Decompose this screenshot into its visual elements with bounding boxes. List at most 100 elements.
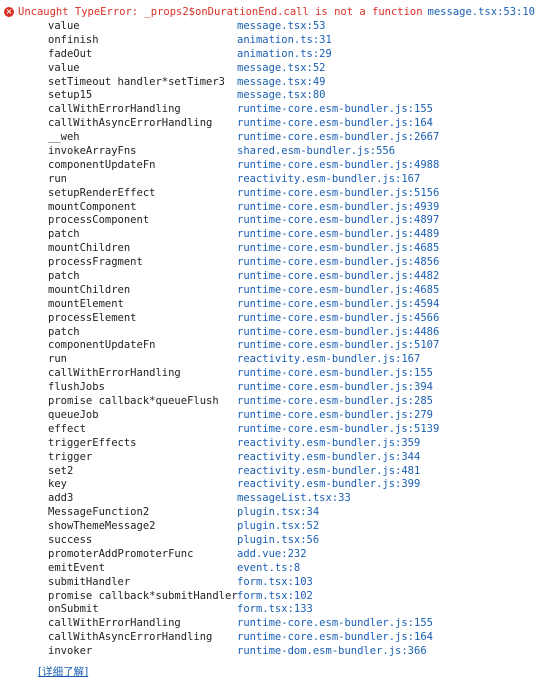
- stack-frame-source-link[interactable]: runtime-core.esm-bundler.js:4897: [237, 214, 439, 228]
- stack-frame-function: setup15: [48, 89, 93, 102]
- stack-trace-list: value message.tsx:53 onfinish animation.ts:…: [0, 20, 541, 659]
- stack-frame-source-link[interactable]: runtime-dom.esm-bundler.js:366: [237, 645, 427, 659]
- stack-frame-row: callWithErrorHandling runtime-core.esm-bu…: [0, 103, 541, 117]
- stack-frame-source-link[interactable]: shared.esm-bundler.js:556: [237, 145, 395, 159]
- stack-frame-source-link[interactable]: form.tsx:103: [237, 576, 313, 590]
- stack-frame-source-link[interactable]: reactivity.esm-bundler.js:167: [237, 173, 420, 187]
- stack-frame-source-link[interactable]: runtime-core.esm-bundler.js:4482: [237, 270, 439, 284]
- stack-frame-row: key reactivity.esm-bundler.js:399: [0, 478, 541, 492]
- stack-frame-row: value message.tsx:53: [0, 20, 541, 34]
- stack-frame-source-link[interactable]: runtime-core.esm-bundler.js:4988: [237, 159, 439, 173]
- stack-frame-source-link[interactable]: runtime-core.esm-bundler.js:5107: [237, 339, 439, 353]
- stack-frame-function: mountComponent: [48, 200, 137, 213]
- stack-frame-function: patch: [48, 228, 80, 241]
- stack-frame-function: patch: [48, 325, 80, 338]
- stack-frame-source-link[interactable]: runtime-core.esm-bundler.js:285: [237, 395, 433, 409]
- stack-frame-function: success: [48, 533, 93, 546]
- stack-frame-function: MessageFunction2: [48, 506, 150, 519]
- stack-frame-source-link[interactable]: message.tsx:49: [237, 76, 326, 90]
- stack-frame-row: componentUpdateFn runtime-core.esm-bundle…: [0, 339, 541, 353]
- stack-frame-source-link[interactable]: runtime-core.esm-bundler.js:4489: [237, 228, 439, 242]
- stack-frame-source-link[interactable]: runtime-core.esm-bundler.js:164: [237, 117, 433, 131]
- stack-frame-row: mountComponent runtime-core.esm-bundler.j…: [0, 201, 541, 215]
- stack-frame-function: setTimeout handler*setTimer3: [48, 75, 226, 88]
- stack-frame-row: set2 reactivity.esm-bundler.js:481: [0, 465, 541, 479]
- stack-frame-source-link[interactable]: runtime-core.esm-bundler.js:4566: [237, 312, 439, 326]
- stack-frame-row: patch runtime-core.esm-bundler.js:4489: [0, 228, 541, 242]
- stack-frame-source-link[interactable]: plugin.tsx:34: [237, 506, 319, 520]
- stack-frame-row: MessageFunction2 plugin.tsx:34: [0, 506, 541, 520]
- stack-frame-row: success plugin.tsx:56: [0, 534, 541, 548]
- stack-frame-source-link[interactable]: animation.ts:29: [237, 48, 332, 62]
- stack-frame-source-link[interactable]: runtime-core.esm-bundler.js:394: [237, 381, 433, 395]
- stack-frame-row: emitEvent event.ts:8: [0, 562, 541, 576]
- stack-frame-source-link[interactable]: event.ts:8: [237, 562, 300, 576]
- stack-frame-row: onfinish animation.ts:31: [0, 34, 541, 48]
- console-panel: × Uncaught TypeError: _props2$onDuration…: [0, 0, 541, 680]
- stack-frame-source-link[interactable]: runtime-core.esm-bundler.js:5156: [237, 187, 439, 201]
- learn-more-link[interactable]: [详细了解]: [38, 664, 88, 679]
- stack-frame-function: fadeOut: [48, 47, 93, 60]
- stack-frame-source-link[interactable]: message.tsx:52: [237, 62, 326, 76]
- stack-frame-function: key: [48, 478, 67, 491]
- stack-frame-row: trigger reactivity.esm-bundler.js:344: [0, 451, 541, 465]
- stack-frame-source-link[interactable]: add.vue:232: [237, 548, 307, 562]
- stack-frame-source-link[interactable]: runtime-core.esm-bundler.js:164: [237, 631, 433, 645]
- stack-frame-row: fadeOut animation.ts:29: [0, 48, 541, 62]
- stack-frame-source-link[interactable]: messageList.tsx:33: [237, 492, 351, 506]
- stack-frame-function: callWithAsyncErrorHandling: [48, 117, 213, 130]
- stack-frame-source-link[interactable]: plugin.tsx:52: [237, 520, 319, 534]
- stack-frame-source-link[interactable]: message.tsx:53: [237, 20, 326, 34]
- stack-frame-row: setupRenderEffect runtime-core.esm-bundle…: [0, 187, 541, 201]
- stack-frame-source-link[interactable]: message.tsx:80: [237, 89, 326, 103]
- stack-frame-function: effect: [48, 422, 86, 435]
- stack-frame-source-link[interactable]: runtime-core.esm-bundler.js:155: [237, 103, 433, 117]
- stack-frame-row: __weh runtime-core.esm-bundler.js:2667: [0, 131, 541, 145]
- stack-frame-function: value: [48, 61, 80, 74]
- stack-frame-function: showThemeMessage2: [48, 520, 156, 533]
- stack-frame-source-link[interactable]: form.tsx:102: [237, 590, 313, 604]
- stack-frame-source-link[interactable]: reactivity.esm-bundler.js:344: [237, 451, 420, 465]
- stack-frame-source-link[interactable]: runtime-core.esm-bundler.js:4486: [237, 326, 439, 340]
- stack-frame-source-link[interactable]: runtime-core.esm-bundler.js:155: [237, 617, 433, 631]
- stack-frame-source-link[interactable]: runtime-core.esm-bundler.js:2667: [237, 131, 439, 145]
- stack-frame-function: run: [48, 172, 67, 185]
- stack-frame-source-link[interactable]: runtime-core.esm-bundler.js:4594: [237, 298, 439, 312]
- stack-frame-row: patch runtime-core.esm-bundler.js:4482: [0, 270, 541, 284]
- stack-frame-source-link[interactable]: runtime-core.esm-bundler.js:279: [237, 409, 433, 423]
- stack-frame-row: callWithAsyncErrorHandling runtime-core.e…: [0, 631, 541, 645]
- stack-frame-function: promise callback*queueFlush: [48, 395, 219, 408]
- stack-frame-source-link[interactable]: runtime-core.esm-bundler.js:4685: [237, 242, 439, 256]
- stack-frame-row: processElement runtime-core.esm-bundler.j…: [0, 312, 541, 326]
- stack-frame-function: processElement: [48, 311, 137, 324]
- stack-frame-function: callWithErrorHandling: [48, 617, 181, 630]
- stack-frame-source-link[interactable]: runtime-core.esm-bundler.js:4685: [237, 284, 439, 298]
- stack-frame-source-link[interactable]: reactivity.esm-bundler.js:359: [237, 437, 420, 451]
- stack-frame-function: setupRenderEffect: [48, 186, 156, 199]
- error-circle-icon: ×: [4, 7, 14, 17]
- stack-frame-source-link[interactable]: runtime-core.esm-bundler.js:4856: [237, 256, 439, 270]
- stack-frame-source-link[interactable]: animation.ts:31: [237, 34, 332, 48]
- stack-frame-source-link[interactable]: runtime-core.esm-bundler.js:5139: [237, 423, 439, 437]
- stack-frame-function: onSubmit: [48, 603, 99, 616]
- error-source-link[interactable]: message.tsx:53:10: [428, 6, 535, 18]
- stack-frame-function: onfinish: [48, 33, 99, 46]
- stack-frame-source-link[interactable]: plugin.tsx:56: [237, 534, 319, 548]
- stack-frame-row: componentUpdateFn runtime-core.esm-bundle…: [0, 159, 541, 173]
- stack-frame-source-link[interactable]: runtime-core.esm-bundler.js:155: [237, 367, 433, 381]
- stack-frame-source-link[interactable]: reactivity.esm-bundler.js:399: [237, 478, 420, 492]
- stack-frame-source-link[interactable]: reactivity.esm-bundler.js:481: [237, 465, 420, 479]
- stack-frame-source-link[interactable]: runtime-core.esm-bundler.js:4939: [237, 201, 439, 215]
- stack-frame-row: callWithErrorHandling runtime-core.esm-bu…: [0, 617, 541, 631]
- stack-frame-source-link[interactable]: form.tsx:133: [237, 603, 313, 617]
- stack-frame-row: mountElement runtime-core.esm-bundler.js:…: [0, 298, 541, 312]
- stack-frame-function: patch: [48, 270, 80, 283]
- stack-frame-row: callWithAsyncErrorHandling runtime-core.e…: [0, 117, 541, 131]
- stack-frame-function: callWithErrorHandling: [48, 103, 181, 116]
- stack-frame-row: run reactivity.esm-bundler.js:167: [0, 353, 541, 367]
- stack-frame-source-link[interactable]: reactivity.esm-bundler.js:167: [237, 353, 420, 367]
- stack-frame-function: __weh: [48, 131, 80, 144]
- stack-frame-function: processFragment: [48, 256, 143, 269]
- stack-frame-row: mountChildren runtime-core.esm-bundler.js…: [0, 284, 541, 298]
- stack-frame-function: value: [48, 20, 80, 32]
